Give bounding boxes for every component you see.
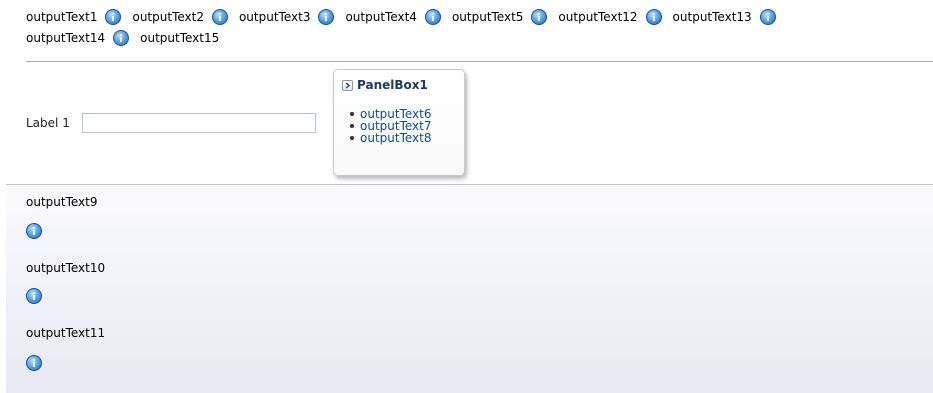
output-text: outputText14	[26, 31, 106, 45]
top-output-area: outputText1 outputText2 outputText3 outp…	[26, 8, 931, 47]
output-item: outputText13	[673, 8, 776, 26]
output-text: outputText15	[140, 31, 220, 45]
output-item: outputText5	[451, 8, 548, 26]
info-icon[interactable]	[26, 223, 42, 239]
output-text: outputText3	[238, 10, 311, 24]
output-text: outputText13	[672, 10, 752, 24]
label-1: Label 1	[26, 116, 70, 130]
output-item: outputText15	[140, 29, 219, 47]
list-item: outputText8	[350, 132, 431, 144]
output-text: outputText4	[345, 10, 417, 24]
top-output-row-2: outputText14 outputText15	[26, 29, 931, 47]
output-text: outputText11	[26, 326, 106, 340]
panel-box-list: outputText6 outputText7 outputText8	[350, 108, 431, 144]
output-item: outputText14	[26, 29, 130, 47]
lower-output-area: outputText9 outputText10 outputText11	[6, 185, 933, 393]
output-text: outputText10	[26, 261, 106, 275]
panel-box-title: PanelBox1	[357, 78, 428, 92]
info-icon[interactable]	[26, 355, 42, 371]
info-icon[interactable]	[105, 9, 122, 25]
output-text: outputText2	[132, 10, 204, 24]
info-icon[interactable]	[645, 9, 662, 25]
output-item: outputText3	[238, 8, 335, 26]
info-icon[interactable]	[113, 30, 130, 46]
info-icon[interactable]	[531, 9, 548, 25]
info-icon[interactable]	[26, 288, 42, 304]
info-icon[interactable]	[424, 9, 441, 25]
panel-box-header[interactable]: PanelBox1	[342, 78, 428, 92]
form-section: Label 1 PanelBox1 outputText6 outputText…	[26, 62, 933, 184]
top-output-row-1: outputText1 outputText2 outputText3 outp…	[26, 8, 931, 26]
output-text: outputText1	[26, 10, 98, 24]
output-text: outputText9	[26, 195, 98, 209]
output-item: outputText4	[345, 8, 441, 26]
output-text: outputText12	[558, 10, 638, 24]
output-item: outputText2	[132, 8, 228, 26]
output-item: outputText12	[558, 8, 662, 26]
output-item: outputText1	[26, 8, 122, 26]
output-text: outputText5	[451, 10, 524, 24]
label-1-input[interactable]	[82, 113, 316, 133]
panel-box: PanelBox1 outputText6 outputText7 output…	[333, 69, 465, 176]
info-icon[interactable]	[211, 9, 228, 25]
chevron-right-icon[interactable]	[342, 79, 353, 91]
info-icon[interactable]	[318, 9, 335, 25]
info-icon[interactable]	[759, 9, 776, 25]
